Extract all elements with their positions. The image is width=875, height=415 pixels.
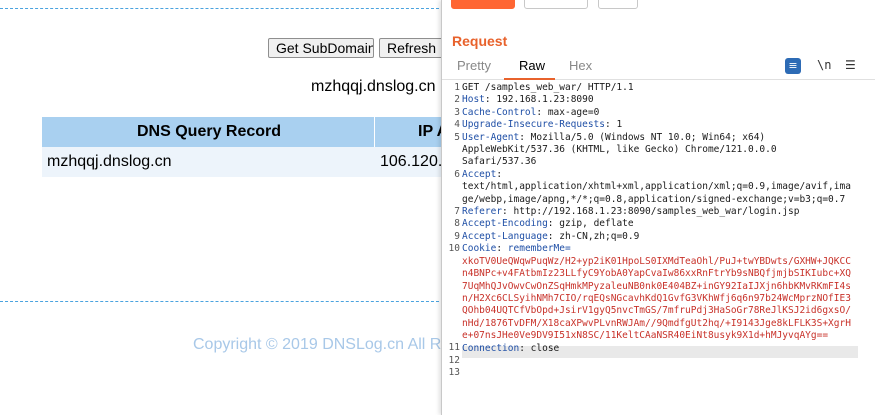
table-row: mzhqqj.dnslog.cn 106.120. — [42, 147, 462, 177]
tab-pretty[interactable]: Pretty — [457, 58, 491, 73]
header-value-host: 192.168.1.23:8090 — [490, 94, 594, 106]
header-value-cache-control: max-age=0 — [542, 106, 600, 118]
line-number: 3 — [454, 106, 460, 118]
header-name-referer: Referer — [462, 206, 503, 218]
copyright-text: Copyright © 2019 DNSLog.cn All R — [193, 336, 442, 353]
refresh-record-button[interactable]: Refresh R — [379, 38, 449, 58]
subdomain-text: mzhqqj.dnslog.cn — [311, 78, 436, 95]
header-value-connection: close — [524, 342, 560, 354]
line-number: 7 — [454, 206, 460, 217]
header-name-accept-language: Accept-Language — [462, 230, 548, 242]
burp-request-panel: Request Pretty Raw Hex ≡ \n ☰ 1 2 3 4 5 … — [441, 0, 875, 415]
get-subdomain-button[interactable]: Get SubDomain — [268, 38, 374, 58]
line-number: 11 — [448, 342, 460, 354]
wrap-icon[interactable]: ≡ — [785, 58, 801, 74]
top-secondary-button[interactable] — [524, 0, 588, 9]
header-value-accept: text/html,application/xhtml+xml,applicat… — [462, 181, 851, 205]
line-number: 5 — [454, 131, 460, 143]
header-dns-query-record: DNS Query Record — [137, 123, 282, 140]
dns-table-header: DNS Query Record IP A — [42, 117, 462, 147]
header-name-host: Host — [462, 94, 485, 106]
line-number: 9 — [454, 230, 460, 242]
request-title: Request — [452, 33, 508, 49]
header-value-accept-language: zh-CN,zh;q=0.9 — [553, 230, 640, 242]
header-name-cookie: Cookie — [462, 243, 497, 255]
top-action-button[interactable] — [451, 0, 515, 9]
active-tab-underline — [504, 78, 555, 80]
cookie-remember-me-value: xkoTV0UeQWqwPuqWz/H2+yp2iK01HpoLS0IXMdTe… — [462, 255, 851, 342]
line-number: 13 — [448, 367, 460, 379]
cell-dns-query: mzhqqj.dnslog.cn — [47, 153, 172, 170]
header-name-cache-control: Cache-Control — [462, 106, 537, 118]
header-name-connection: Connection — [462, 342, 520, 354]
header-value-referer: http://192.168.1.23:8090/samples_web_war… — [507, 206, 800, 218]
header-name-user-agent: User-Agent — [462, 131, 520, 143]
header-value-accept-encoding: gzip, deflate — [553, 218, 634, 230]
header-name-accept: Accept — [462, 168, 497, 180]
header-name-upgrade-insecure-requests: Upgrade-Insecure-Requests — [462, 119, 605, 131]
newline-icon[interactable]: \n — [817, 58, 831, 74]
raw-request-editor[interactable]: GET /samples_web_war/ HTTP/1.1 Host: 192… — [462, 82, 851, 355]
tab-hex[interactable]: Hex — [569, 58, 592, 73]
request-line: GET /samples_web_war/ HTTP/1.1 — [462, 82, 634, 93]
cell-ip: 106.120. — [380, 153, 443, 170]
line-number: 1 — [454, 82, 460, 93]
line-number: 8 — [454, 218, 460, 230]
line-number: 2 — [454, 94, 460, 106]
line-number: 12 — [448, 354, 460, 366]
cookie-key: rememberMe= — [502, 243, 571, 255]
header-name-accept-encoding: Accept-Encoding — [462, 218, 548, 230]
top-tertiary-button[interactable] — [598, 0, 638, 9]
header-value-upgrade-insecure-requests: 1 — [610, 119, 623, 131]
tab-raw[interactable]: Raw — [519, 58, 545, 73]
line-number: 4 — [454, 119, 460, 131]
line-number: 6 — [454, 168, 460, 180]
line-number: 10 — [448, 243, 460, 255]
header-separator — [374, 117, 375, 147]
menu-icon[interactable]: ☰ — [845, 58, 856, 74]
